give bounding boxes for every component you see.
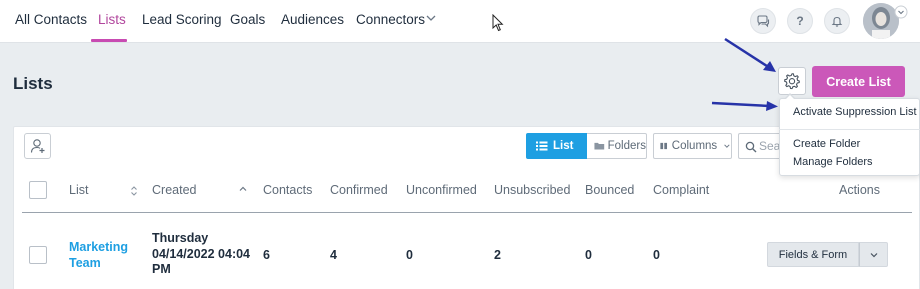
- page-title: Lists: [13, 74, 53, 93]
- created-date: Thursday 04/14/2022 04:04 PM: [152, 231, 251, 276]
- nav-audiences[interactable]: Audiences: [281, 12, 344, 27]
- column-header-list[interactable]: List: [69, 183, 88, 197]
- nav-goals[interactable]: Goals: [230, 12, 265, 27]
- connectors-chevron-down-icon[interactable]: [424, 11, 438, 25]
- gear-icon: [784, 73, 800, 90]
- nav-lists[interactable]: Lists: [98, 12, 126, 27]
- bounced-count: 0: [585, 248, 592, 262]
- list-name-link[interactable]: Marketing Team: [69, 239, 141, 271]
- active-tab-indicator: [91, 39, 127, 42]
- menu-pointer-fill: [785, 94, 795, 100]
- menu-item-create-folder[interactable]: Create Folder: [793, 138, 860, 150]
- chat-button[interactable]: [750, 8, 776, 34]
- column-header-complaint[interactable]: Complaint: [653, 183, 709, 197]
- column-header-bounced[interactable]: Bounced: [585, 183, 634, 197]
- column-header-contacts[interactable]: Contacts: [263, 183, 312, 197]
- column-header-unsubscribed[interactable]: Unsubscribed: [494, 183, 570, 197]
- mouse-cursor-icon: [492, 14, 504, 32]
- add-user-icon: [30, 139, 44, 153]
- add-contact-button[interactable]: [24, 133, 51, 159]
- columns-label: Columns: [671, 140, 718, 152]
- menu-item-activate-suppression-list[interactable]: Activate Suppression List: [793, 106, 917, 118]
- menu-item-manage-folders[interactable]: Manage Folders: [793, 156, 873, 168]
- nav-connectors[interactable]: Connectors: [356, 12, 425, 27]
- folders-view-button[interactable]: Folders: [587, 133, 647, 159]
- nav-lead-scoring[interactable]: Lead Scoring: [142, 12, 222, 27]
- contacts-count: 6: [263, 248, 270, 262]
- list-icon: [536, 141, 548, 151]
- sort-icon[interactable]: [129, 185, 139, 197]
- list-settings-button[interactable]: [778, 67, 806, 95]
- top-navigation: All Contacts Lists Lead Scoring Goals Au…: [0, 0, 920, 43]
- columns-dropdown[interactable]: Columns: [653, 133, 732, 159]
- row-actions-dropdown[interactable]: [859, 242, 888, 267]
- create-list-button[interactable]: Create List: [812, 66, 905, 97]
- help-button[interactable]: ?: [787, 8, 813, 34]
- header-divider: [22, 212, 912, 213]
- row-checkbox[interactable]: [29, 246, 47, 264]
- folders-view-label: Folders: [607, 140, 646, 152]
- unconfirmed-count: 0: [406, 248, 413, 262]
- nav-all-contacts[interactable]: All Contacts: [15, 12, 87, 27]
- avatar-chevron-down-icon[interactable]: [894, 5, 908, 19]
- chevron-down-icon: [724, 144, 730, 148]
- menu-divider: [779, 129, 920, 130]
- column-header-actions: Actions: [839, 183, 880, 197]
- confirmed-count: 4: [330, 248, 337, 262]
- complaint-count: 0: [653, 248, 660, 262]
- help-icon: ?: [796, 14, 804, 28]
- folder-icon: [594, 142, 605, 150]
- column-header-created[interactable]: Created: [152, 183, 196, 197]
- unsubscribed-count: 2: [494, 248, 501, 262]
- chat-icon: [757, 15, 770, 28]
- bell-icon: [831, 16, 843, 27]
- fields-and-form-button[interactable]: Fields & Form: [767, 242, 859, 267]
- column-header-confirmed[interactable]: Confirmed: [330, 183, 388, 197]
- search-icon: [745, 141, 757, 153]
- notifications-button[interactable]: [824, 8, 850, 34]
- columns-icon: [660, 142, 668, 150]
- annotation-arrow-suppression: [711, 101, 778, 111]
- select-all-checkbox[interactable]: [29, 181, 47, 199]
- list-view-label: List: [553, 140, 574, 152]
- chevron-down-icon: [870, 252, 877, 257]
- column-header-unconfirmed[interactable]: Unconfirmed: [406, 183, 477, 197]
- sort-ascending-icon[interactable]: [238, 184, 248, 194]
- list-view-button[interactable]: List: [526, 133, 587, 159]
